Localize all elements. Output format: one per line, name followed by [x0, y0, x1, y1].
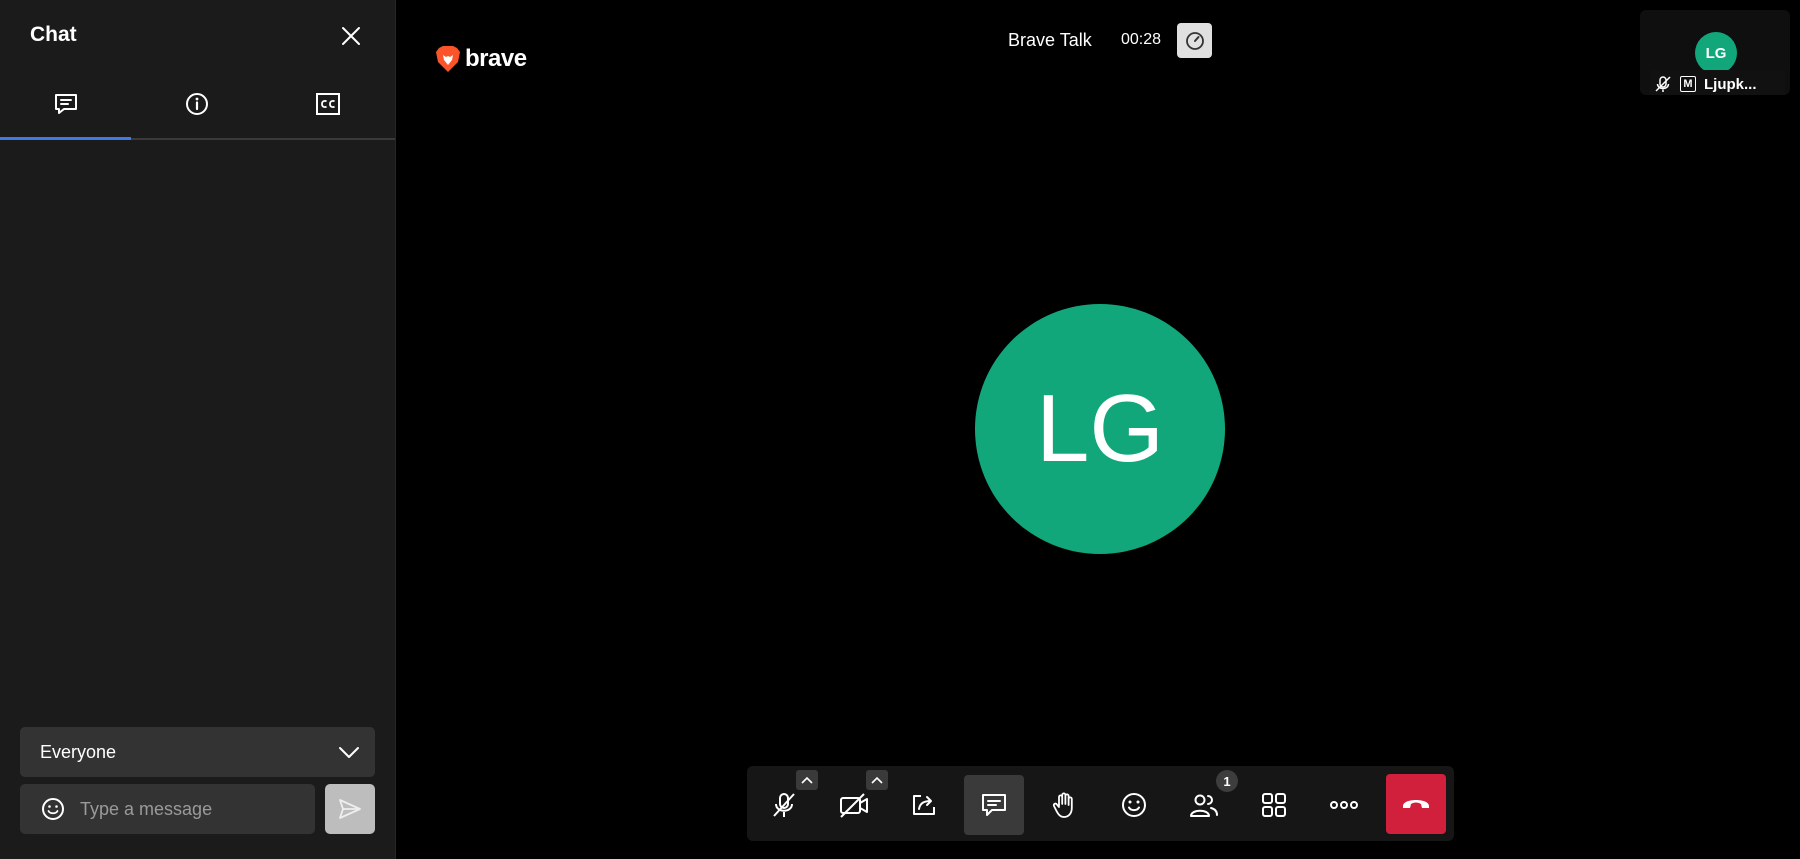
tab-info[interactable]: [131, 70, 262, 138]
participant-count-badge: 1: [1216, 770, 1238, 792]
closed-captions-icon: [315, 93, 340, 115]
audio-settings-caret[interactable]: [796, 770, 818, 790]
camera-off-icon: [840, 793, 868, 818]
chat-title: Chat: [30, 23, 77, 46]
recipient-value: Everyone: [40, 741, 117, 762]
call-timer: 00:28: [1121, 31, 1162, 48]
chevron-up-icon: [801, 776, 813, 784]
tab-closed-captions[interactable]: [262, 70, 393, 138]
thumbnail-avatar: LG: [1695, 32, 1737, 74]
chat-sidebar: Chat Everyone Type a message: [0, 0, 396, 859]
info-icon: [185, 93, 208, 115]
tile-view-button[interactable]: [1244, 775, 1304, 835]
emoji-icon[interactable]: [40, 796, 66, 822]
microphone-muted-icon: [1655, 76, 1671, 92]
message-composer: [20, 784, 315, 834]
chevron-up-icon: [871, 776, 883, 784]
chat-tabs: [0, 70, 395, 140]
participant-thumbnail[interactable]: LG M Ljupk...: [1640, 10, 1790, 95]
raise-hand-button[interactable]: [1034, 775, 1094, 835]
thumbnail-status-bar: M Ljupk...: [1650, 70, 1785, 95]
thumbnail-name: Ljupk...: [1704, 75, 1757, 93]
message-input[interactable]: [78, 797, 302, 821]
tile-view-icon: [1262, 793, 1286, 817]
chat-icon: [54, 94, 77, 114]
reactions-icon: [1122, 793, 1146, 817]
moderator-icon: M: [1680, 76, 1696, 92]
share-screen-button[interactable]: [894, 775, 954, 835]
reactions-button[interactable]: [1104, 775, 1164, 835]
participants-icon: [1190, 794, 1218, 817]
chat-header: Chat: [0, 0, 395, 70]
send-icon: [339, 799, 361, 819]
video-settings-caret[interactable]: [866, 770, 888, 790]
more-icon: [1330, 801, 1358, 809]
brave-lion-icon: [436, 46, 460, 72]
chat-icon: [982, 794, 1006, 816]
toggle-chat-button[interactable]: [964, 775, 1024, 835]
conference-name: Brave Talk: [1008, 30, 1092, 50]
raise-hand-icon: [1052, 792, 1073, 818]
chevron-down-icon: [339, 747, 359, 758]
performance-settings-button[interactable]: [1177, 23, 1212, 58]
more-options-button[interactable]: [1314, 775, 1374, 835]
gauge-icon: [1185, 31, 1204, 50]
hangup-icon: [1403, 800, 1429, 808]
brave-logo: brave: [435, 45, 527, 73]
share-screen-icon: [913, 795, 935, 815]
logo-text: brave: [465, 45, 527, 72]
tab-chat[interactable]: [0, 70, 131, 140]
call-toolbar: [747, 766, 1454, 841]
microphone-muted-icon: [773, 793, 795, 817]
close-icon: [342, 27, 360, 45]
main-avatar: LG: [975, 304, 1225, 554]
close-chat-button[interactable]: [336, 21, 366, 51]
send-button[interactable]: [325, 784, 375, 834]
leave-call-button[interactable]: [1386, 774, 1446, 834]
recipient-select[interactable]: Everyone: [20, 727, 375, 777]
